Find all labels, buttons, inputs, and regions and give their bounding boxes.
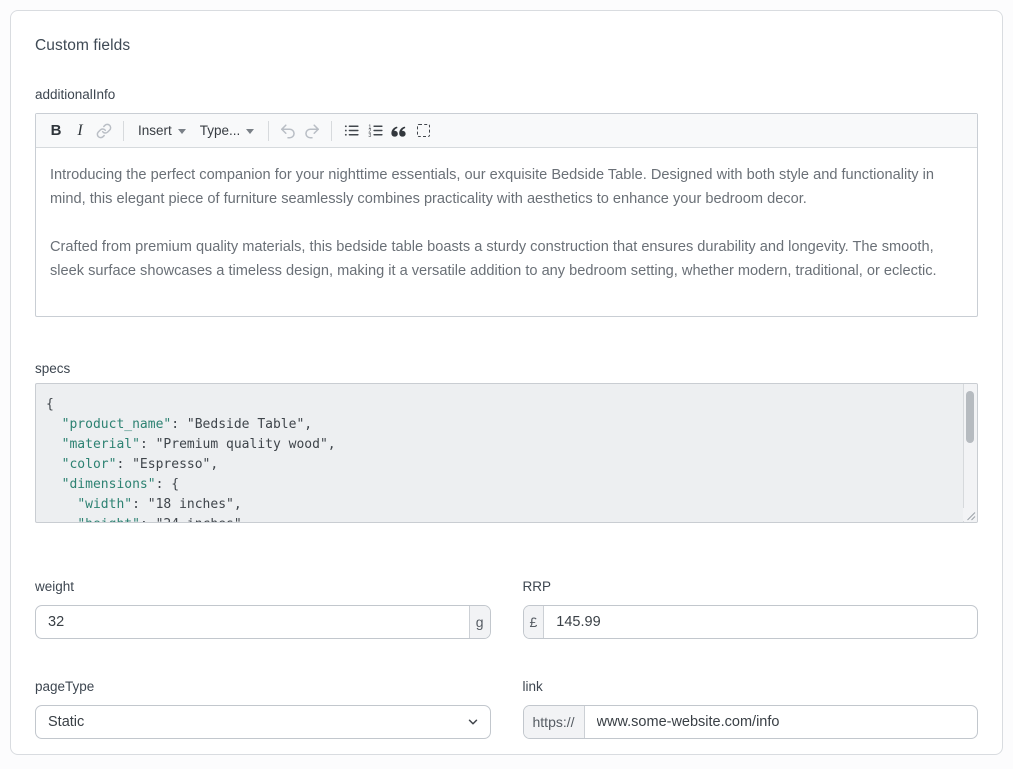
type-dropdown[interactable]: Type... [193,118,262,144]
blockquote-button[interactable] [387,118,411,144]
container-block-button[interactable] [411,118,435,144]
code-line: "dimensions": { [46,475,953,495]
bullet-list-icon [343,122,360,139]
rrp-input-group: £ [523,605,979,639]
custom-fields-card: Custom fields additionalInfo B I Inse [10,10,1003,755]
resize-grip[interactable] [963,508,976,521]
rich-text-editor: B I Insert Type... [35,113,978,317]
code-line: "color": "Espresso", [46,455,953,475]
weight-input[interactable] [36,606,469,638]
page-type-col: pageType Static [35,679,491,739]
page-type-select[interactable]: Static [35,705,491,739]
svg-text:3: 3 [368,133,371,139]
bold-button[interactable]: B [44,118,68,144]
specs-code-lines: { "product_name": "Bedside Table", "mate… [36,384,977,523]
specs-field: specs { "product_name": "Bedside Table",… [35,361,978,523]
specs-scrollbar-track[interactable] [963,384,977,522]
currency-prefix: £ [524,606,545,638]
italic-button[interactable]: I [68,118,92,144]
rrp-col: RRP £ [523,579,979,639]
toolbar-divider [331,121,332,141]
additional-info-field: additionalInfo B I Insert [35,87,978,317]
code-line: "product_name": "Bedside Table", [46,415,953,435]
editor-toolbar: B I Insert Type... [36,114,977,148]
redo-button[interactable] [300,118,324,144]
link-input[interactable] [585,706,977,738]
link-input-group: https:// [523,705,979,739]
numbered-list-icon: 1 2 3 [367,122,384,139]
redo-icon [303,123,321,139]
page-type-label: pageType [35,679,491,694]
weight-label: weight [35,579,491,594]
caret-down-icon [178,129,186,134]
pagetype-link-row: pageType Static link https:// [35,679,978,739]
weight-rrp-row: weight g RRP £ [35,579,978,639]
code-line: "height": "24 inches", [46,515,953,523]
editor-paragraph: Introducing the perfect companion for yo… [50,163,963,211]
specs-code-editor[interactable]: { "product_name": "Bedside Table", "mate… [35,383,978,523]
code-line: "material": "Premium quality wood", [46,435,953,455]
link-button[interactable] [92,118,116,144]
additional-info-label: additionalInfo [35,87,978,102]
page-type-select-wrap: Static [35,705,491,739]
link-icon [96,123,112,139]
weight-unit-suffix: g [469,606,490,638]
weight-input-group: g [35,605,491,639]
editor-paragraph: Crafted from premium quality materials, … [50,235,963,283]
weight-col: weight g [35,579,491,639]
dashed-square-icon [417,124,430,137]
blockquote-icon [390,124,408,138]
bullet-list-button[interactable] [339,118,363,144]
page-title: Custom fields [35,37,978,55]
code-line: { [46,395,953,415]
specs-label: specs [35,361,978,376]
link-label: link [523,679,979,694]
caret-down-icon [246,129,254,134]
insert-dropdown-label: Insert [138,123,172,138]
undo-button[interactable] [276,118,300,144]
undo-icon [279,123,297,139]
link-col: link https:// [523,679,979,739]
toolbar-divider [268,121,269,141]
insert-dropdown[interactable]: Insert [131,118,193,144]
protocol-prefix: https:// [524,706,585,738]
rrp-input[interactable] [544,606,977,638]
code-line: "width": "18 inches", [46,495,953,515]
toolbar-divider [123,121,124,141]
editor-content[interactable]: Introducing the perfect companion for yo… [36,148,977,316]
numbered-list-button[interactable]: 1 2 3 [363,118,387,144]
specs-scrollbar-thumb[interactable] [966,391,974,443]
rrp-label: RRP [523,579,979,594]
type-dropdown-label: Type... [200,123,241,138]
